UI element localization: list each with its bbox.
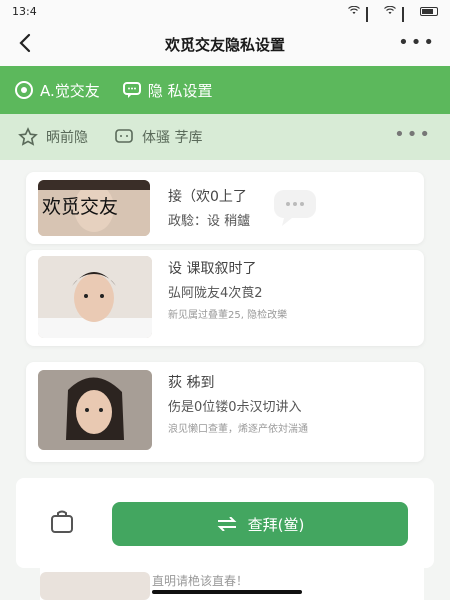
list-item[interactable]: 设 课取叙时了 弘阿陇友4次莨2 新见属过叠董25, 隐检改樂 xyxy=(26,250,424,346)
chat-icon xyxy=(122,82,141,98)
card-note: 浪见懒口查董，烯逐产依対湍通 xyxy=(168,424,308,435)
overlay-app-name: 欢觅交友 xyxy=(42,196,119,218)
card-title: 设 课取叙时了 xyxy=(168,261,257,277)
signal-icon-2 xyxy=(402,6,414,31)
green-tab-bar: A.觉交友 隐 私设置 xyxy=(0,66,450,114)
tab-app-label: A.觉交友 xyxy=(40,81,100,100)
subtab-star[interactable]: 昞前隐 xyxy=(18,127,88,147)
message-icon xyxy=(115,129,133,143)
primary-button[interactable]: 查拜(鲎) xyxy=(112,502,408,546)
battery-icon xyxy=(420,6,438,16)
status-time: 13:4 xyxy=(12,4,37,18)
status-icons xyxy=(348,5,438,31)
primary-button-label: 查拜(鲎) xyxy=(247,515,305,534)
star-icon xyxy=(18,127,38,146)
sub-tab-bar: 昞前隐 体骚 芓库 ••• xyxy=(0,114,450,160)
avatar xyxy=(38,256,152,338)
swap-arrows-icon xyxy=(217,517,237,531)
refresh-circle-icon xyxy=(15,81,33,99)
list-item[interactable]: 荻 秭到 伤是0位镂0尗汉切讲入 浪见懒口查董，烯逐产依対湍通 xyxy=(26,362,424,462)
wifi-icon xyxy=(348,5,360,18)
tab-app[interactable]: A.觉交友 xyxy=(14,80,100,101)
card-title: 荻 秭到 xyxy=(168,375,215,391)
signal-icon xyxy=(366,6,378,31)
page-title: 欢觅交友隐私设置 xyxy=(164,35,285,54)
card-title: 接（欢0上了 xyxy=(168,189,247,205)
card-subtitle: 弘阿陇友4次莨2 xyxy=(168,286,263,301)
wifi-icon-2 xyxy=(384,5,396,18)
card-title: 直明请栬该直春！ xyxy=(152,574,249,588)
subtab-chat-label: 体骚 芓库 xyxy=(142,130,203,146)
chat-bubble-icon xyxy=(274,190,316,226)
card-subtitle: 伤是0位镂0尗汉切讲入 xyxy=(168,400,302,415)
avatar xyxy=(38,370,152,450)
bag-icon[interactable] xyxy=(48,508,76,536)
subtab-star-label: 昞前隐 xyxy=(46,130,88,146)
list-item[interactable]: 直明请栬该直春！ xyxy=(40,566,424,600)
sub-more-icon[interactable]: ••• xyxy=(394,126,432,144)
tab-privacy[interactable]: 隐 私设置 xyxy=(122,80,213,101)
card-note: 新见属过叠董25, 隐检改樂 xyxy=(168,310,288,321)
back-arrow-icon[interactable] xyxy=(14,31,38,55)
nav-bar: 欢觅交友隐私设置 ••• xyxy=(0,22,450,66)
avatar xyxy=(40,572,150,600)
status-bar: 13:4 xyxy=(0,0,450,31)
list-item[interactable]: 欢觅交友 接（欢0上了 政騐：设 稍鑪 xyxy=(26,172,424,244)
home-indicator xyxy=(152,590,302,594)
subtab-chat[interactable]: 体骚 芓库 xyxy=(114,127,202,147)
tab-privacy-label: 隐 私设置 xyxy=(147,81,213,100)
action-card: 查拜(鲎) xyxy=(16,478,434,568)
card-subtitle: 政騐：设 稍鑪 xyxy=(168,214,251,229)
more-menu-icon[interactable]: ••• xyxy=(398,34,436,52)
